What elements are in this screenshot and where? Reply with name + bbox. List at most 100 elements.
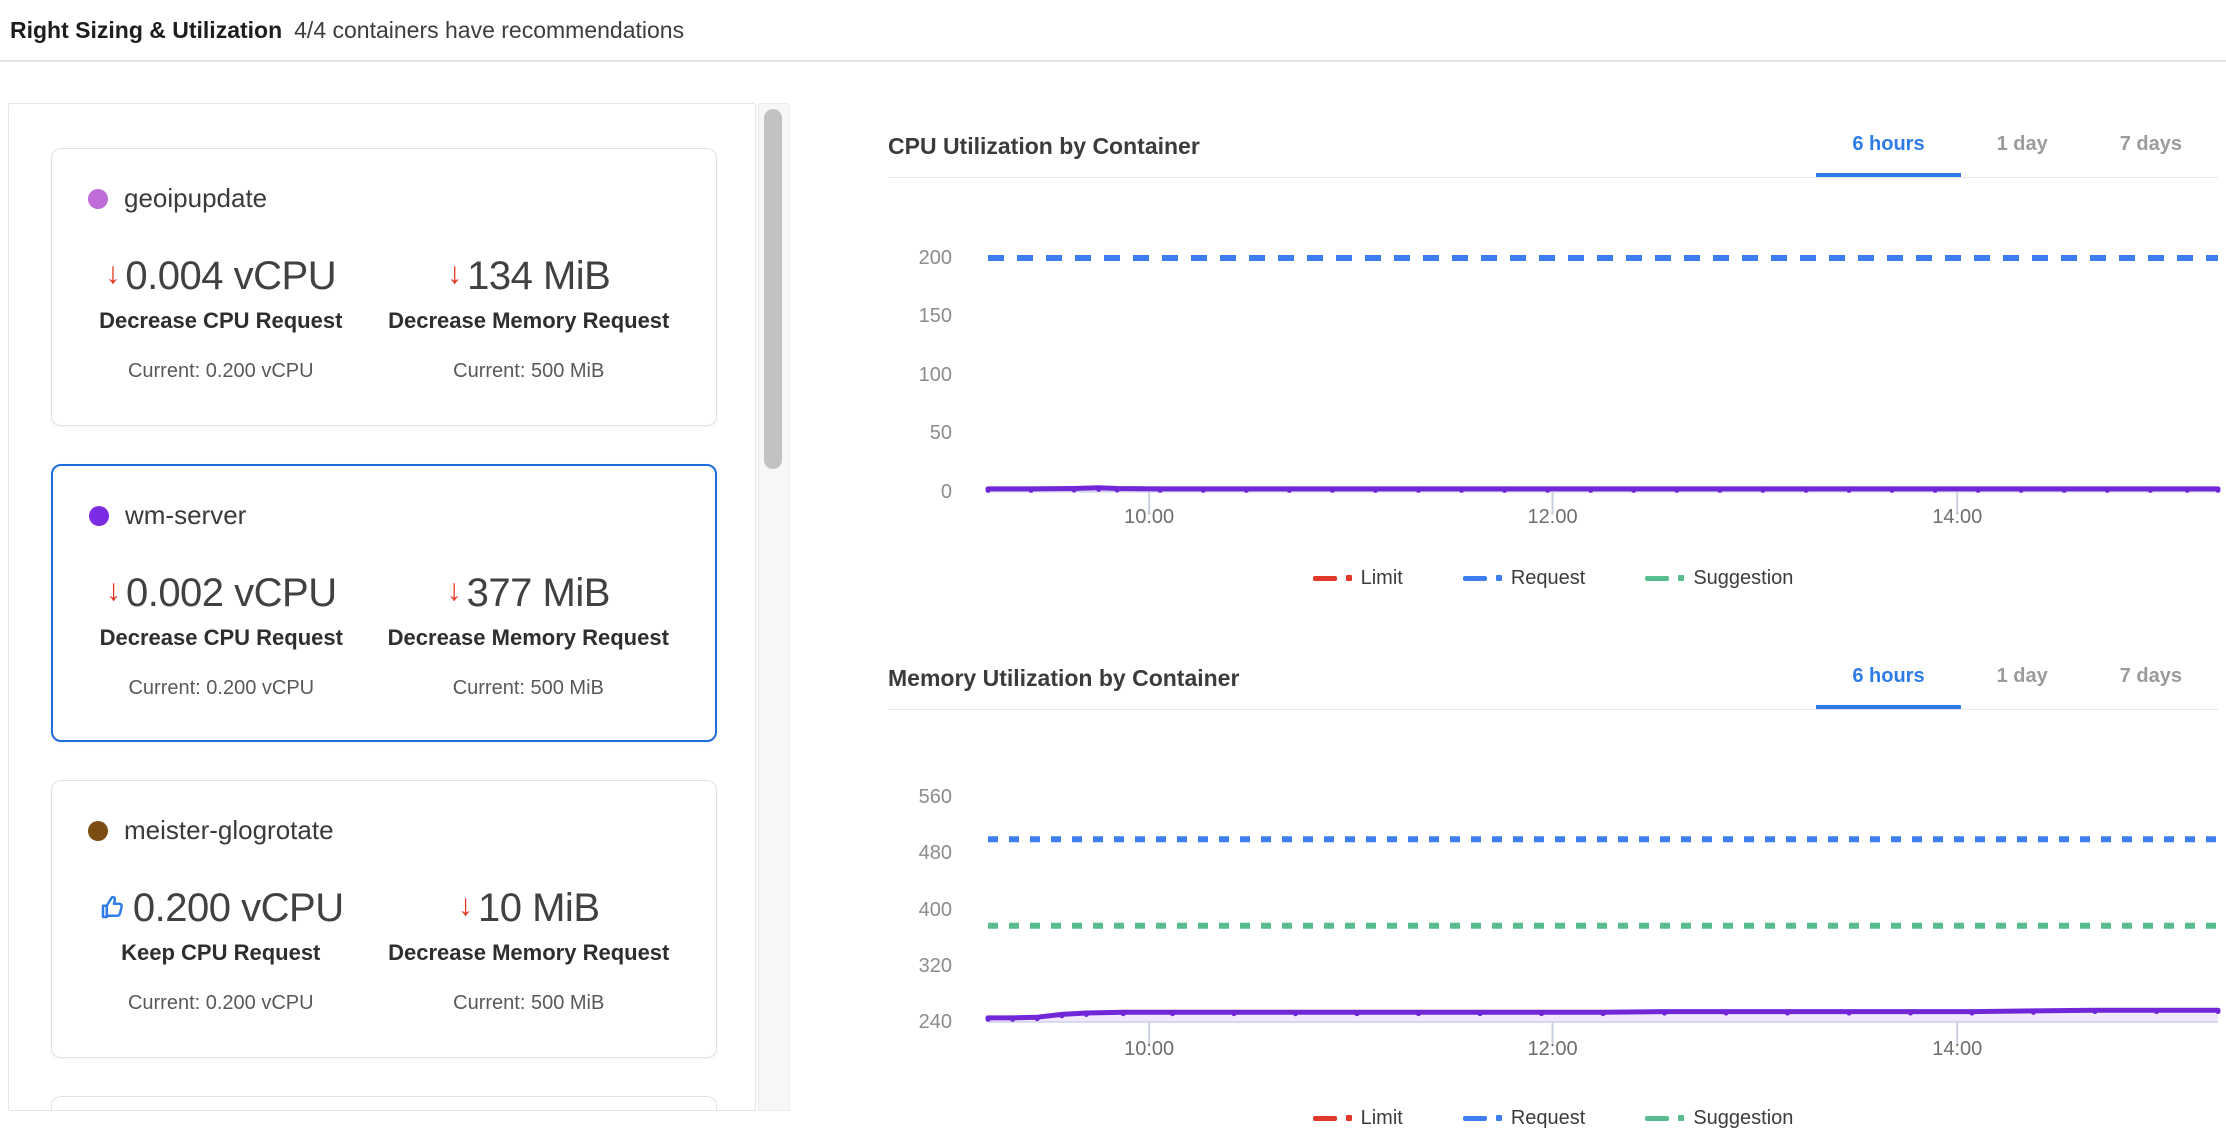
- y-axis-tick-label: 560: [888, 784, 952, 810]
- panel-scrollbar-thumb[interactable]: [764, 109, 782, 469]
- cpu-time-range-tabs: 6 hours 1 day 7 days: [1816, 116, 2218, 177]
- request-dash-icon: [1463, 1116, 1487, 1121]
- tab-6-hours[interactable]: 6 hours: [1816, 116, 1960, 177]
- cpu-current-value: Current: 0.200 vCPU: [76, 992, 366, 1015]
- memory-chart-legend: Limit Request Suggestion: [888, 1102, 2218, 1134]
- y-axis-tick-label: 480: [888, 840, 952, 866]
- container-list-panel: geoipupdate ↓0.004 vCPU Decrease CPU Req…: [8, 103, 756, 1111]
- page-title: Right Sizing & Utilization: [10, 17, 282, 44]
- cpu-current-value: Current: 0.200 vCPU: [76, 360, 366, 383]
- decrease-arrow-icon: ↓: [458, 886, 473, 925]
- y-axis-tick-label: 150: [888, 303, 952, 329]
- memory-chart-title: Memory Utilization by Container: [888, 665, 1239, 692]
- cpu-recommendation: 0.200 vCPU Keep CPU Request Current: 0.2…: [76, 886, 366, 1015]
- x-axis-tick-label: 12:00: [1498, 1038, 1608, 1061]
- cpu-action-label: Decrease CPU Request: [77, 625, 366, 651]
- memory-recommendation: ↓10 MiB Decrease Memory Request Current:…: [366, 886, 692, 1015]
- container-color-dot: [88, 821, 108, 841]
- legend-item-limit: Limit: [1313, 567, 1403, 590]
- container-card-list: geoipupdate ↓0.004 vCPU Decrease CPU Req…: [51, 148, 717, 1058]
- legend-item-suggestion: Suggestion: [1645, 1107, 1793, 1130]
- cpu-recommended-value: 0.004 vCPU: [125, 254, 336, 298]
- memory-chart-header: Memory Utilization by Container 6 hours …: [888, 648, 2218, 710]
- memory-utilization-chart: [988, 770, 2218, 1064]
- memory-recommendation: ↓377 MiB Decrease Memory Request Current…: [366, 571, 691, 700]
- memory-recommended-value: 134 MiB: [467, 254, 610, 298]
- tab-7-days[interactable]: 7 days: [2084, 116, 2218, 177]
- memory-time-range-tabs: 6 hours 1 day 7 days: [1816, 648, 2218, 709]
- tab-7-days[interactable]: 7 days: [2084, 648, 2218, 709]
- memory-current-value: Current: 500 MiB: [366, 360, 692, 383]
- y-axis-tick-label: 400: [888, 897, 952, 923]
- panel-scrollbar-track[interactable]: [758, 103, 790, 1111]
- limit-dot-icon: [1346, 1115, 1352, 1121]
- cpu-recommended-value: 0.002 vCPU: [126, 571, 337, 615]
- suggestion-dot-icon: [1678, 575, 1684, 581]
- container-card-title-row: wm-server: [89, 500, 691, 531]
- container-card[interactable]: geoipupdate ↓0.004 vCPU Decrease CPU Req…: [51, 148, 717, 426]
- page-subtitle: 4/4 containers have recommendations: [294, 17, 684, 44]
- limit-dot-icon: [1346, 575, 1352, 581]
- container-card-title-row: meister-glogrotate: [88, 815, 692, 846]
- request-dot-icon: [1496, 575, 1502, 581]
- y-axis-tick-label: 50: [888, 420, 952, 446]
- cpu-action-label: Keep CPU Request: [76, 940, 366, 966]
- suggestion-dash-icon: [1645, 576, 1669, 581]
- container-card[interactable]: meister-glogrotate 0.200 vCPU Keep CPU R…: [51, 780, 717, 1058]
- suggestion-dash-icon: [1645, 1116, 1669, 1121]
- x-axis-tick-label: 14:00: [1902, 506, 2012, 529]
- x-axis-tick-label: 10:00: [1094, 506, 1204, 529]
- legend-item-request: Request: [1463, 567, 1586, 590]
- decrease-arrow-icon: ↓: [106, 571, 121, 610]
- container-card-partial[interactable]: [51, 1096, 717, 1111]
- tab-6-hours[interactable]: 6 hours: [1816, 648, 1960, 709]
- recommendation-metrics: ↓0.002 vCPU Decrease CPU Request Current…: [77, 571, 691, 700]
- request-dot-icon: [1496, 1115, 1502, 1121]
- cpu-utilization-chart: [988, 230, 2218, 534]
- container-name: geoipupdate: [124, 183, 267, 214]
- decrease-arrow-icon: ↓: [447, 254, 462, 293]
- y-axis-tick-label: 100: [888, 362, 952, 388]
- container-color-dot: [89, 506, 109, 526]
- cpu-action-label: Decrease CPU Request: [76, 308, 366, 334]
- cpu-recommended-value: 0.200 vCPU: [133, 886, 344, 930]
- y-axis-tick-label: 0: [888, 479, 952, 505]
- x-axis-tick-label: 12:00: [1498, 506, 1608, 529]
- cpu-current-value: Current: 0.200 vCPU: [77, 677, 366, 700]
- recommendation-metrics: ↓0.004 vCPU Decrease CPU Request Current…: [76, 254, 692, 383]
- cpu-recommendation: ↓0.004 vCPU Decrease CPU Request Current…: [76, 254, 366, 383]
- y-axis-tick-label: 320: [888, 953, 952, 979]
- memory-current-value: Current: 500 MiB: [366, 677, 691, 700]
- container-name: wm-server: [125, 500, 246, 531]
- legend-item-suggestion: Suggestion: [1645, 567, 1793, 590]
- x-axis-tick-label: 10:00: [1094, 1038, 1204, 1061]
- x-axis-tick-label: 14:00: [1902, 1038, 2012, 1061]
- limit-dash-icon: [1313, 576, 1337, 581]
- memory-action-label: Decrease Memory Request: [366, 940, 692, 966]
- tab-1-day[interactable]: 1 day: [1961, 116, 2084, 177]
- tab-1-day[interactable]: 1 day: [1961, 648, 2084, 709]
- cpu-chart-legend: Limit Request Suggestion: [888, 562, 2218, 594]
- memory-action-label: Decrease Memory Request: [366, 625, 691, 651]
- thumbs-up-icon: [98, 892, 128, 922]
- page-header: Right Sizing & Utilization 4/4 container…: [0, 0, 2226, 62]
- request-dash-icon: [1463, 576, 1487, 581]
- cpu-recommendation: ↓0.002 vCPU Decrease CPU Request Current…: [77, 571, 366, 700]
- memory-recommended-value: 10 MiB: [478, 886, 600, 930]
- limit-dash-icon: [1313, 1116, 1337, 1121]
- container-card[interactable]: wm-server ↓0.002 vCPU Decrease CPU Reque…: [51, 464, 717, 742]
- memory-recommendation: ↓134 MiB Decrease Memory Request Current…: [366, 254, 692, 383]
- memory-current-value: Current: 500 MiB: [366, 992, 692, 1015]
- legend-item-limit: Limit: [1313, 1107, 1403, 1130]
- suggestion-dot-icon: [1678, 1115, 1684, 1121]
- y-axis-tick-label: 200: [888, 245, 952, 271]
- decrease-arrow-icon: ↓: [105, 254, 120, 293]
- cpu-chart-title: CPU Utilization by Container: [888, 133, 1200, 160]
- container-card-title-row: geoipupdate: [88, 183, 692, 214]
- decrease-arrow-icon: ↓: [447, 571, 462, 610]
- memory-recommended-value: 377 MiB: [467, 571, 610, 615]
- memory-action-label: Decrease Memory Request: [366, 308, 692, 334]
- legend-item-request: Request: [1463, 1107, 1586, 1130]
- container-color-dot: [88, 189, 108, 209]
- recommendation-metrics: 0.200 vCPU Keep CPU Request Current: 0.2…: [76, 886, 692, 1015]
